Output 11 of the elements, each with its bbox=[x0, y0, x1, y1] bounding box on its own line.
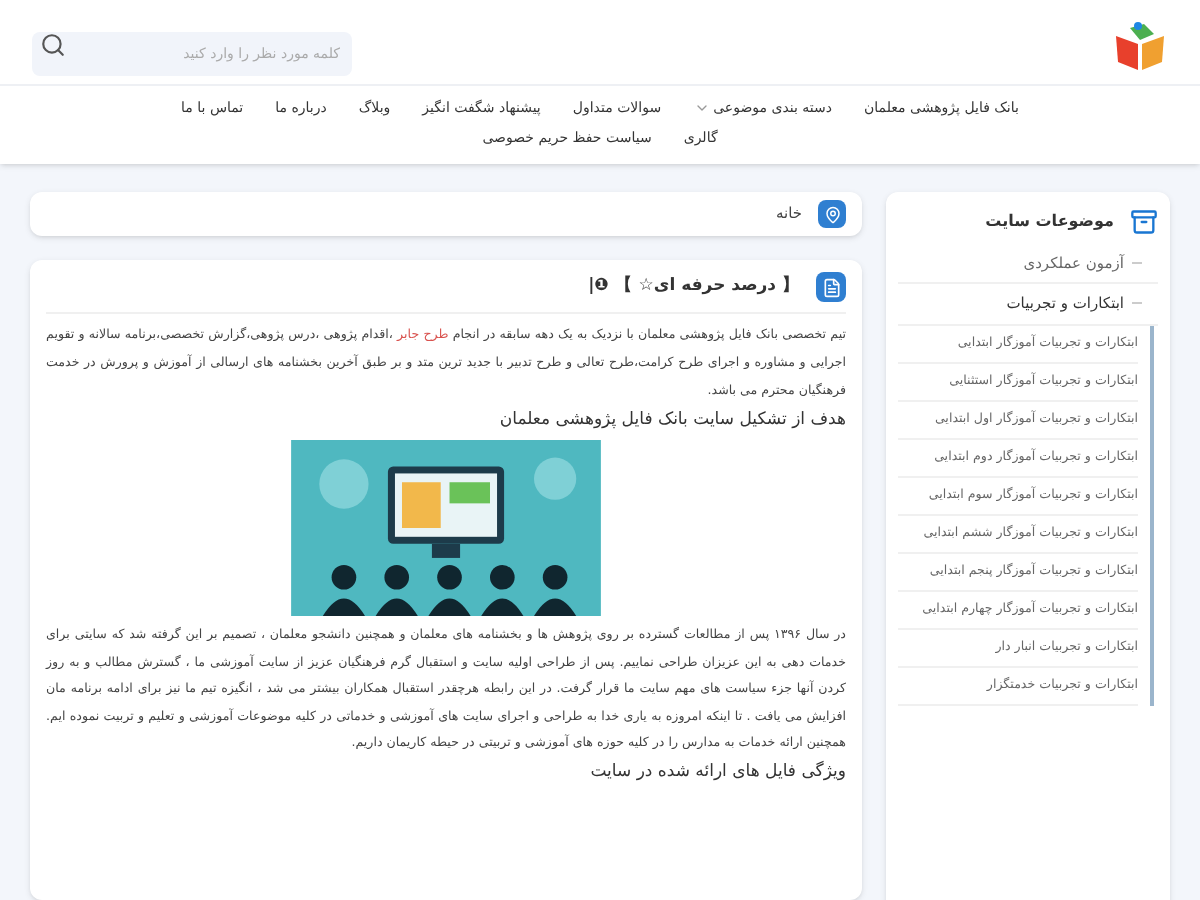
post-title: 【 درصد حرفه ای☆ 】 ❶| bbox=[588, 274, 800, 300]
section-heading: ویژگی فایل های ارائه شده در سایت bbox=[588, 759, 846, 785]
location-icon bbox=[818, 200, 846, 228]
dash-icon bbox=[1132, 262, 1142, 265]
dash-icon bbox=[1132, 302, 1142, 305]
document-icon bbox=[816, 272, 846, 302]
section-heading: هدف از تشکیل سایت بانک فایل پژوهشی معلمان bbox=[497, 408, 846, 434]
search-icon[interactable] bbox=[40, 32, 66, 58]
sidebar-title: موضوعات سایت bbox=[985, 210, 1114, 234]
open-book-logo bbox=[1112, 20, 1168, 72]
archive-icon bbox=[1130, 208, 1158, 236]
